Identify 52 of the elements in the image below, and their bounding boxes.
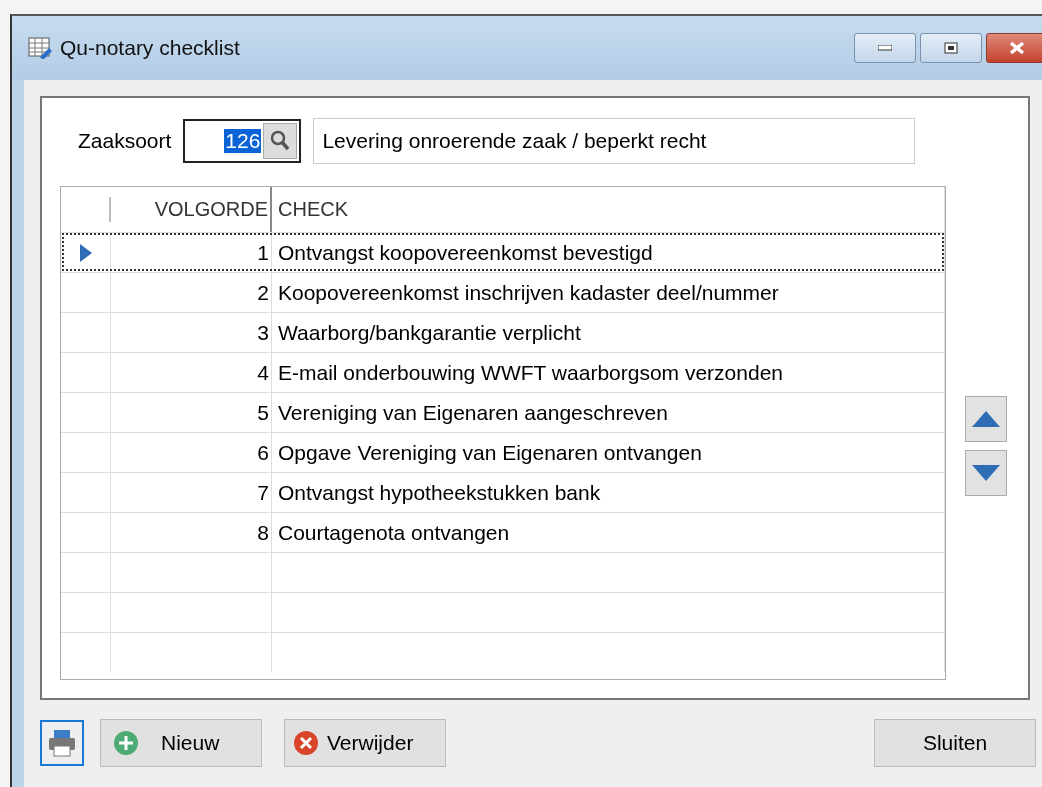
- minimize-icon: [878, 45, 892, 51]
- restore-button[interactable]: [920, 33, 982, 63]
- delete-button[interactable]: Verwijder: [284, 719, 446, 767]
- search-icon: [270, 130, 291, 152]
- table-cell: Koopovereenkomst inschrijven kadaster deel/nummer: [272, 273, 945, 312]
- table-row[interactable]: 6 Opgave Vereniging van Eigenaren ontvangen: [61, 432, 945, 472]
- minimize-button[interactable]: [854, 33, 916, 63]
- move-up-button[interactable]: [965, 396, 1007, 442]
- search-button[interactable]: [263, 123, 298, 159]
- window-title: Qu-notary checklist: [60, 36, 240, 60]
- table-cell: 3: [111, 313, 272, 352]
- close-icon: [1009, 41, 1025, 55]
- table-row[interactable]: 7 Ontvangst hypotheekstukken bank: [61, 472, 945, 512]
- table-cell: Opgave Vereniging van Eigenaren ontvangen: [272, 433, 945, 472]
- triangle-up-icon: [971, 410, 1001, 428]
- table-row[interactable]: 3 Waarborg/bankgarantie verplicht: [61, 312, 945, 352]
- close-dialog-button[interactable]: Sluiten: [874, 719, 1036, 767]
- table-cell: Ontvangst hypotheekstukken bank: [272, 473, 945, 512]
- new-button[interactable]: Nieuw: [100, 719, 262, 767]
- table-cell: 1: [111, 233, 272, 272]
- plus-icon: [113, 730, 139, 756]
- table-row[interactable]: 4 E-mail onderbouwing WWFT waarborgsom verzonden: [61, 352, 945, 392]
- code-field[interactable]: 126: [183, 119, 302, 163]
- table-cell: 7: [111, 473, 272, 512]
- close-circle-icon: [293, 730, 319, 756]
- table-row[interactable]: 5 Vereniging van Eigenaren aangeschreven: [61, 392, 945, 432]
- code-value: 126: [224, 129, 262, 153]
- table-row[interactable]: 8 Courtagenota ontvangen: [61, 512, 945, 552]
- table-cell: Waarborg/bankgarantie verplicht: [272, 313, 945, 352]
- table-cell: 4: [111, 353, 272, 392]
- table-cell: 5: [111, 393, 272, 432]
- column-header[interactable]: CHECK: [272, 187, 945, 232]
- column-header[interactable]: VOLGORDE: [111, 187, 272, 232]
- table-row[interactable]: 2 Koopovereenkomst inschrijven kadaster deel/nummer: [61, 272, 945, 312]
- restore-icon: [944, 42, 958, 54]
- table-cell: 2: [111, 273, 272, 312]
- triangle-down-icon: [971, 464, 1001, 482]
- table-row[interactable]: 1 Ontvangst koopovereenkomst bevestigd: [61, 232, 945, 272]
- table-cell: 6: [111, 433, 272, 472]
- printer-icon: [48, 728, 76, 758]
- close-button[interactable]: [986, 33, 1042, 63]
- table-cell: Ontvangst koopovereenkomst bevestigd: [272, 233, 945, 272]
- description-field[interactable]: Levering onroerende zaak / beperkt recht: [313, 118, 916, 164]
- table-cell: Courtagenota ontvangen: [272, 513, 945, 552]
- current-row-icon: [78, 242, 93, 263]
- table-cell: 8: [111, 513, 272, 552]
- table-icon: [28, 37, 52, 59]
- move-down-button[interactable]: [965, 450, 1007, 496]
- table-cell: Vereniging van Eigenaren aangeschreven: [272, 393, 945, 432]
- field-label: Zaaksoort: [78, 129, 172, 153]
- table-cell: E-mail onderbouwing WWFT waarborgsom verzonden: [272, 353, 945, 392]
- print-button[interactable]: [40, 720, 84, 766]
